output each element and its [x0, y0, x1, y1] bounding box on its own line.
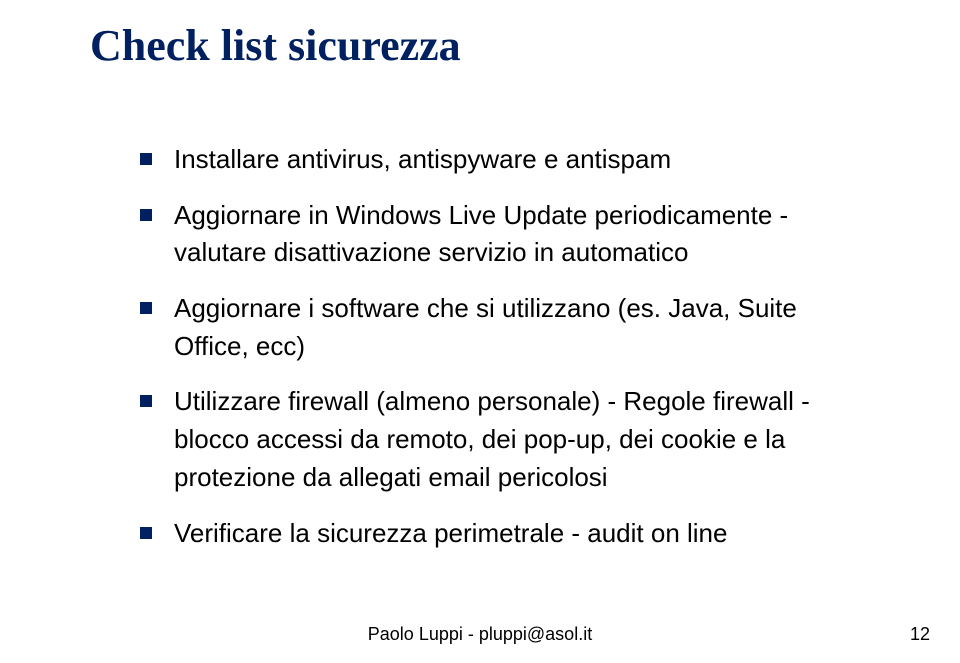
bullet-text: Utilizzare firewall (almeno personale) -…: [174, 383, 870, 496]
bullet-icon: [140, 209, 152, 221]
bullet-text: Verificare la sicurezza perimetrale - au…: [174, 515, 870, 553]
bullet-text: Installare antivirus, antispyware e anti…: [174, 141, 870, 179]
bullet-icon: [140, 395, 152, 407]
bullet-icon: [140, 302, 152, 314]
bullet-text: Aggiornare in Windows Live Update period…: [174, 197, 870, 272]
slide-footer: Paolo Luppi - pluppi@asol.it: [0, 624, 960, 645]
list-item: Aggiornare in Windows Live Update period…: [140, 197, 870, 272]
slide-container: Check list sicurezza Installare antiviru…: [0, 0, 960, 663]
page-number: 12: [910, 624, 930, 645]
list-item: Installare antivirus, antispyware e anti…: [140, 141, 870, 179]
slide-title: Check list sicurezza: [90, 20, 870, 71]
list-item: Aggiornare i software che si utilizzano …: [140, 290, 870, 365]
bullet-list: Installare antivirus, antispyware e anti…: [90, 141, 870, 552]
list-item: Utilizzare firewall (almeno personale) -…: [140, 383, 870, 496]
bullet-icon: [140, 153, 152, 165]
bullet-icon: [140, 527, 152, 539]
list-item: Verificare la sicurezza perimetrale - au…: [140, 515, 870, 553]
bullet-text: Aggiornare i software che si utilizzano …: [174, 290, 870, 365]
